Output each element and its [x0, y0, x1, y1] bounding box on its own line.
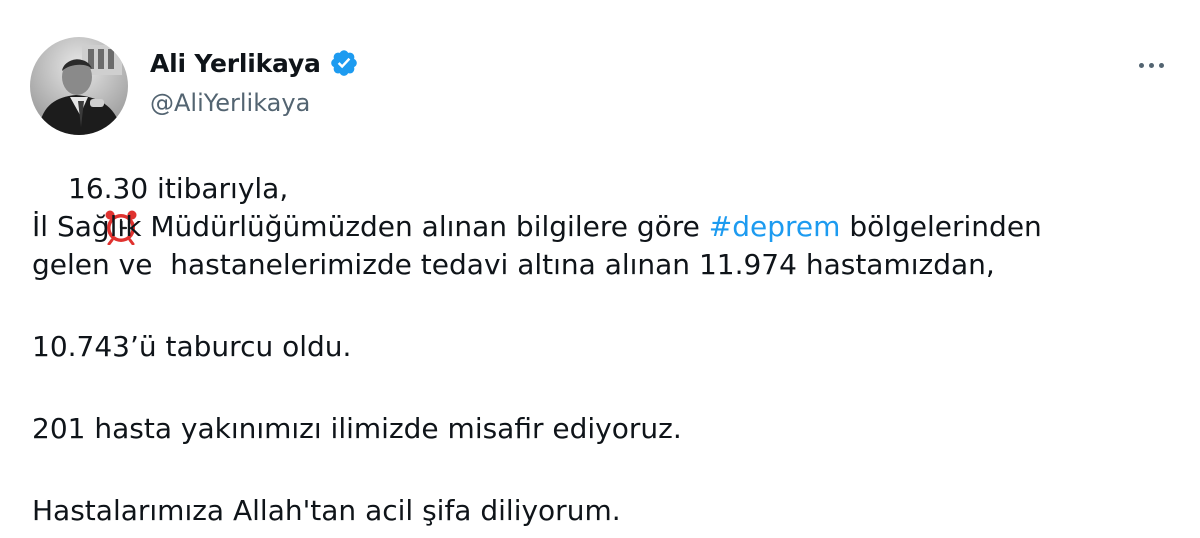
author-name-row: Ali Yerlikaya [150, 46, 359, 80]
more-horizontal-icon-dot [1158, 62, 1164, 68]
tweet-paragraph-4: Hastalarımıza Allah'tan acil şifa diliyo… [32, 494, 621, 527]
author-handle[interactable]: @AliYerlikaya [150, 89, 310, 117]
more-horizontal-icon [1138, 62, 1144, 68]
author-avatar[interactable] [30, 37, 128, 135]
tweet-line-1: 16.30 itibarıyla, [32, 170, 1172, 246]
hashtag-link[interactable]: #deprem [709, 208, 841, 246]
more-options-button[interactable] [1128, 48, 1174, 82]
tweet-line-2-end: bölgelerinden [840, 210, 1042, 243]
tweet-time-text: 16.30 itibarıyla, [68, 172, 289, 205]
tweet-paragraph-2: 10.743’ü taburcu oldu. [32, 330, 352, 363]
verified-badge-icon [329, 48, 359, 78]
more-horizontal-icon-dot [1148, 62, 1154, 68]
tweet-paragraph-3: 201 hasta yakınımızı ilimizde misafir ed… [32, 412, 682, 445]
tweet-line-2-start: İl Sağlık Müdürlüğümüzden alınan bilgile… [32, 210, 709, 243]
tweet-line-3: gelen ve hastanelerimizde tedavi altına … [32, 248, 995, 281]
avatar-photo [30, 37, 128, 135]
tweet-line-2: İl Sağlık Müdürlüğümüzden alınan bilgile… [32, 208, 1172, 246]
tweet-text: 16.30 itibarıyla, İl Sağlık Müdürlüğümüz… [32, 170, 1172, 530]
tweet-card: Ali Yerlikaya @AliYerlikaya 16.30 itibar… [0, 0, 1200, 538]
alarm-clock-icon [32, 171, 137, 246]
author-name[interactable]: Ali Yerlikaya [150, 49, 321, 78]
